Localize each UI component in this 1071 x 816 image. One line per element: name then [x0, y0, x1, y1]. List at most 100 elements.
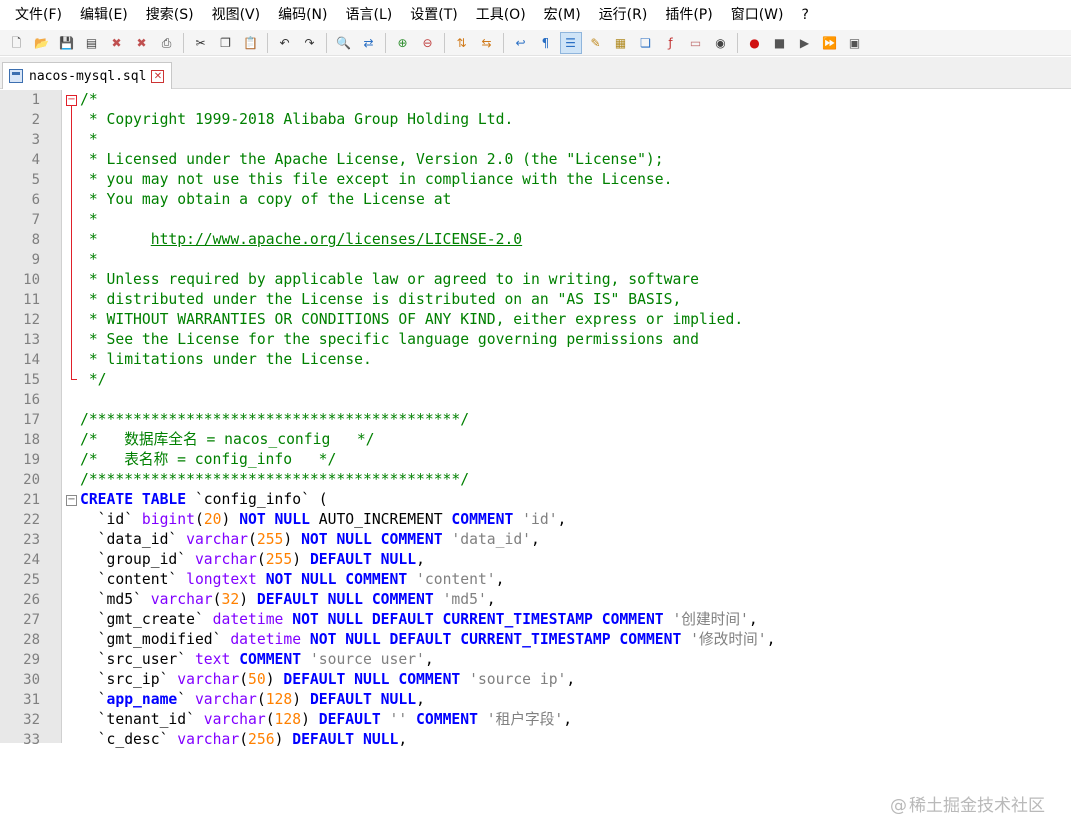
redo-icon[interactable]: ↷	[300, 33, 320, 53]
code-content: * you may not use this file except in co…	[80, 170, 673, 190]
find-icon[interactable]: 🔍	[334, 33, 354, 53]
keyword: COMMENT	[416, 711, 478, 728]
close-icon[interactable]: ✖	[107, 33, 127, 53]
tab-title: nacos-mysql.sql	[29, 68, 147, 84]
code-content: */	[80, 370, 107, 390]
undo-icon[interactable]: ↶	[275, 33, 295, 53]
tab-close-icon[interactable]: ✕	[151, 69, 165, 83]
zoom-out-icon[interactable]: ⊖	[418, 33, 438, 53]
code-content: `id` bigint(20) NOT NULL AUTO_INCREMENT …	[80, 510, 567, 530]
replace-icon[interactable]: ⇄	[359, 33, 379, 53]
code-text: `c_desc`	[80, 731, 178, 748]
string-literal: 'content'	[416, 571, 496, 588]
line-number: 21	[23, 492, 40, 508]
line-number: 30	[23, 672, 40, 688]
type-name: varchar	[194, 691, 257, 708]
toolbar-separator	[444, 32, 445, 53]
stop-recording-icon[interactable]: ■	[770, 33, 790, 53]
menu-item-6[interactable]: 设置(T)	[401, 0, 466, 30]
menu-item-10[interactable]: 插件(P)	[656, 0, 721, 30]
keyword: DEFAULT	[318, 711, 381, 728]
monitoring-icon[interactable]: ◉	[711, 33, 731, 53]
code-text: ,	[416, 691, 425, 708]
define-language-icon[interactable]: ✎	[586, 33, 606, 53]
folder-icon[interactable]: ▭	[686, 33, 706, 53]
line-number: 19	[23, 452, 40, 468]
tab-nacos-mysql-sql[interactable]: nacos-mysql.sql ✕	[2, 62, 172, 89]
string-literal: '创建时间'	[672, 611, 749, 628]
save-icon[interactable]: 💾	[57, 33, 77, 53]
cut-icon[interactable]: ✂	[191, 33, 211, 53]
comment-text: * distributed under the License is distr…	[80, 291, 682, 308]
line-number: 5	[31, 172, 40, 188]
menu-item-9[interactable]: 运行(R)	[590, 0, 657, 30]
number-literal: 256	[248, 731, 275, 748]
show-all-characters-icon[interactable]: ¶	[536, 33, 556, 53]
playback-macro-icon[interactable]: ▶	[795, 33, 815, 53]
comment-text: *	[80, 251, 98, 268]
save-all-icon[interactable]: ▤	[82, 33, 102, 53]
line-number: 26	[23, 592, 40, 608]
menu-item-3[interactable]: 视图(V)	[203, 0, 270, 30]
document-map-icon[interactable]: ▦	[611, 33, 631, 53]
type-name: longtext	[186, 571, 257, 588]
tab-bar: nacos-mysql.sql ✕	[0, 57, 1071, 89]
print-icon[interactable]: ⎙	[157, 33, 177, 53]
string-literal: 'source user'	[309, 651, 425, 668]
menu-item-7[interactable]: 工具(O)	[467, 0, 535, 30]
code-content: /* 表名称 = config_info */	[80, 450, 336, 470]
code-line: 25 `content` longtext NOT NULL COMMENT '…	[0, 570, 1071, 590]
code-line: 8 * http://www.apache.org/licenses/LICEN…	[0, 230, 1071, 250]
license-link[interactable]: http://www.apache.org/licenses/LICENSE-2…	[151, 231, 522, 248]
save-macro-icon[interactable]: ▣	[845, 33, 865, 53]
record-macro-icon[interactable]: ●	[745, 33, 765, 53]
menu-item-5[interactable]: 语言(L)	[337, 0, 402, 30]
line-number: 15	[23, 372, 40, 388]
menu-item-0[interactable]: 文件(F)	[6, 0, 71, 30]
code-line: 30 `src_ip` varchar(50) DEFAULT NULL COM…	[0, 670, 1071, 690]
new-file-icon[interactable]: 🗋	[7, 33, 27, 53]
line-number: 27	[23, 612, 40, 628]
menu-item-4[interactable]: 编码(N)	[269, 0, 336, 30]
open-file-icon[interactable]: 📂	[32, 33, 52, 53]
sync-vertical-icon[interactable]: ⇅	[452, 33, 472, 53]
zoom-in-icon[interactable]: ⊕	[393, 33, 413, 53]
code-line: 5 * you may not use this file except in …	[0, 170, 1071, 190]
code-content: * limitations under the License.	[80, 350, 372, 370]
menu-item-11[interactable]: 窗口(W)	[722, 0, 793, 30]
code-text: )	[221, 511, 240, 528]
code-text: ,	[566, 671, 576, 688]
folder-as-workspace-icon[interactable]: ƒ	[661, 33, 681, 53]
code-text: ,	[531, 531, 540, 548]
type-name: text	[194, 651, 231, 668]
menu-item-2[interactable]: 搜索(S)	[137, 0, 203, 30]
code-line: 19 /* 表名称 = config_info */	[0, 450, 1071, 470]
menu-item-8[interactable]: 宏(M)	[535, 0, 590, 30]
code-line: 28 `gmt_modified` datetime NOT NULL DEFA…	[0, 630, 1071, 650]
code-content: `data_id` varchar(255) NOT NULL COMMENT …	[80, 530, 540, 550]
paste-icon[interactable]: 📋	[241, 33, 261, 53]
sync-horizontal-icon[interactable]: ⇆	[477, 33, 497, 53]
code-content: * Copyright 1999-2018 Alibaba Group Hold…	[80, 110, 513, 130]
code-text: `config_info` (	[186, 491, 328, 508]
code-text: )	[265, 671, 284, 688]
editor[interactable]: − − 1/* 2 * Copyright 1999-2018 Alibaba G…	[0, 90, 1071, 816]
number-literal: 128	[274, 711, 302, 728]
run-macro-multiple-icon[interactable]: ⏩	[820, 33, 840, 53]
line-number: 28	[23, 632, 40, 648]
menu-item-12[interactable]: ?	[793, 0, 818, 30]
toolbar-separator	[737, 32, 738, 53]
close-all-icon[interactable]: ✖	[132, 33, 152, 53]
indent-guide-icon[interactable]: ☰	[559, 31, 582, 54]
word-wrap-icon[interactable]: ↩	[511, 33, 531, 53]
function-list-icon[interactable]: ❏	[636, 33, 656, 53]
code-line: 33 `c_desc` varchar(256) DEFAULT NULL,	[0, 730, 1071, 750]
copy-icon[interactable]: ❐	[216, 33, 236, 53]
menu-item-1[interactable]: 编辑(E)	[71, 0, 137, 30]
code-content: * Unless required by applicable law or a…	[80, 270, 699, 290]
